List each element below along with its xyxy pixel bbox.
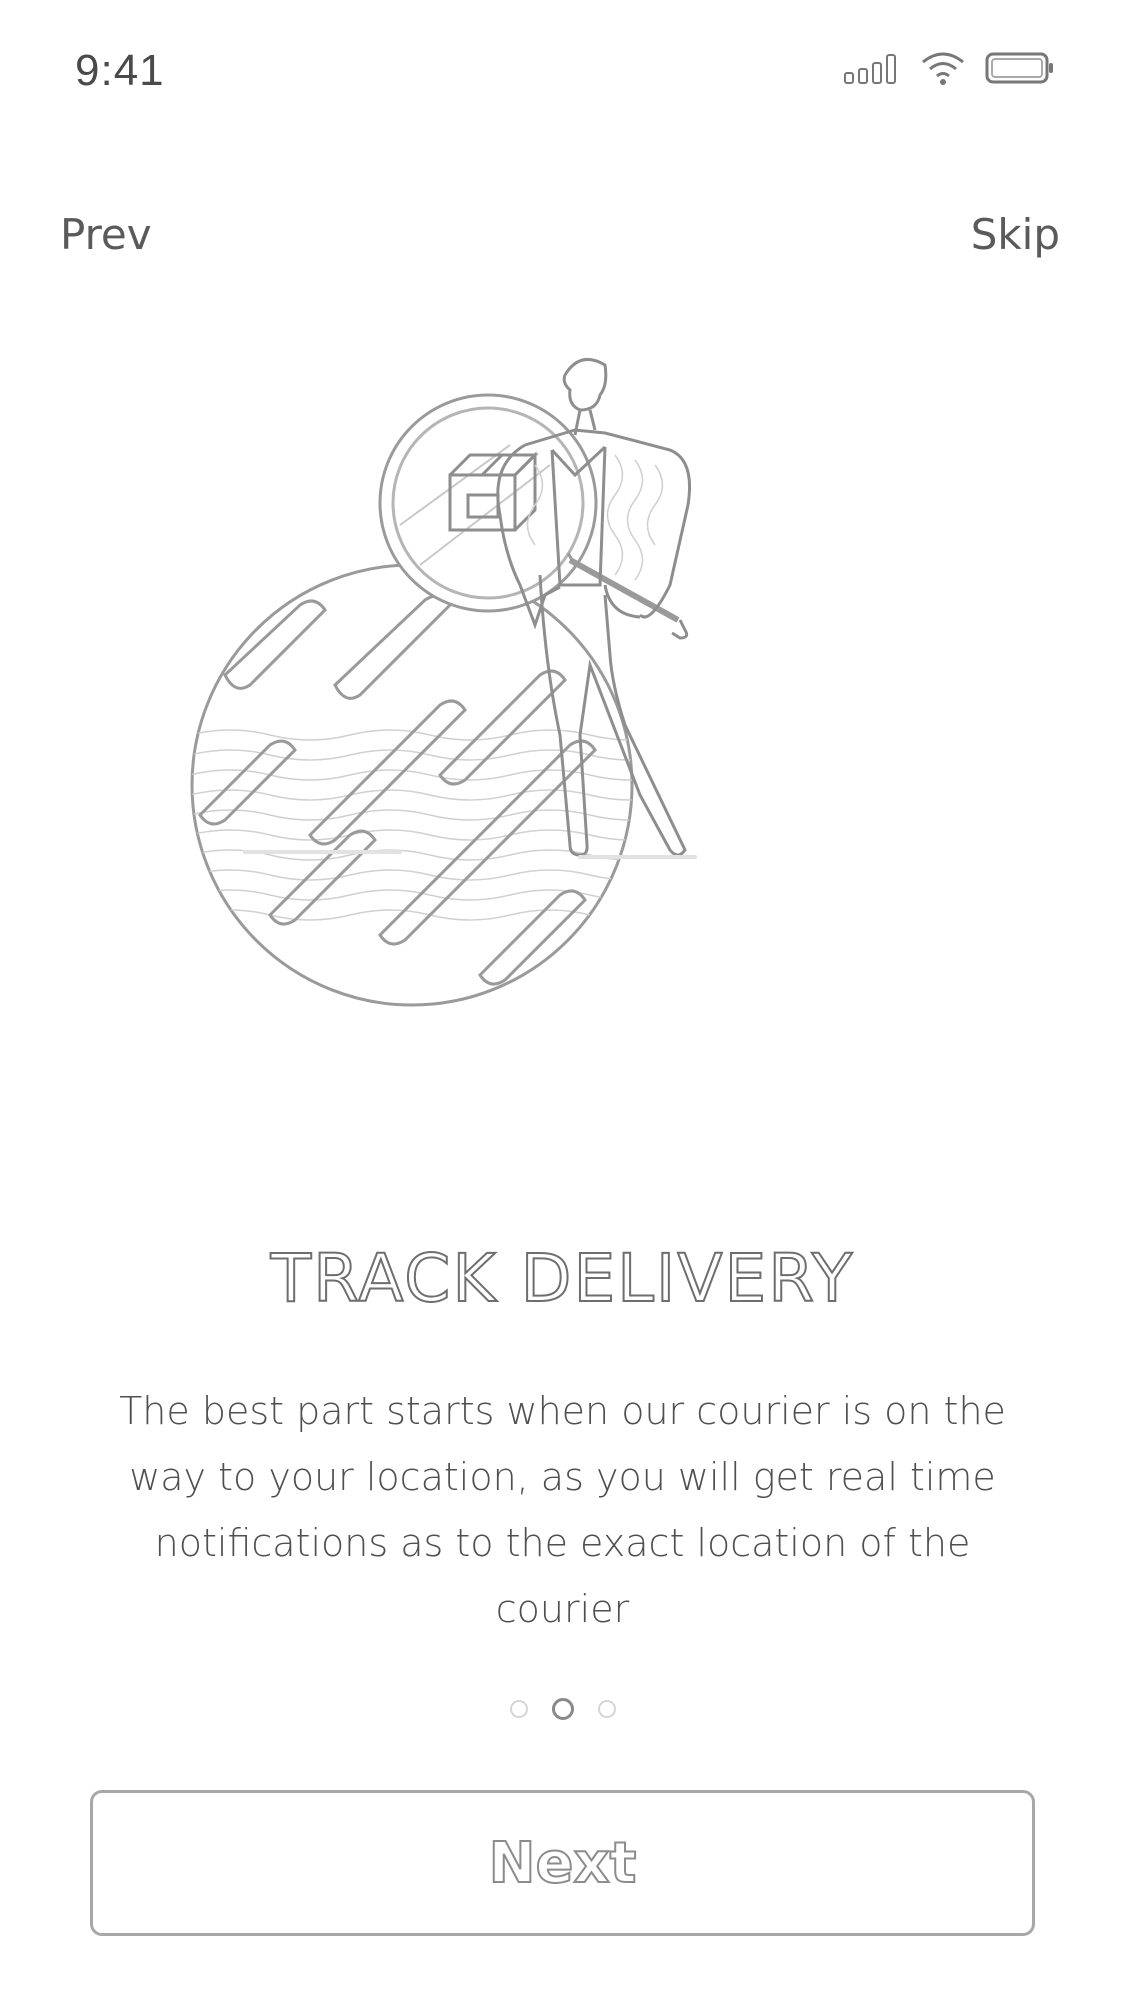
page-indicator — [0, 1698, 1125, 1720]
battery-icon — [985, 52, 1053, 84]
status-time: 9:41 — [75, 46, 165, 95]
page-dot — [509, 1700, 528, 1718]
page-dot-active — [551, 1698, 574, 1720]
onboarding-description: The best part starts when our courier is… — [119, 1389, 1006, 1631]
page-dot — [597, 1700, 616, 1718]
skip-button[interactable]: Skip — [971, 210, 1060, 259]
signal-icon — [844, 54, 896, 84]
magnifier-illustration — [378, 393, 680, 623]
wifi-icon — [922, 52, 964, 85]
onboarding-title: TRACK DELIVERY — [270, 1239, 855, 1318]
globe-illustration — [190, 563, 634, 1007]
status-icons — [843, 50, 1055, 86]
courier-tracking-illustration — [190, 357, 697, 1007]
prev-button[interactable]: Prev — [60, 210, 152, 259]
next-button[interactable]: Next — [90, 1790, 1035, 1936]
status-bar: 9:41 — [0, 0, 1125, 150]
